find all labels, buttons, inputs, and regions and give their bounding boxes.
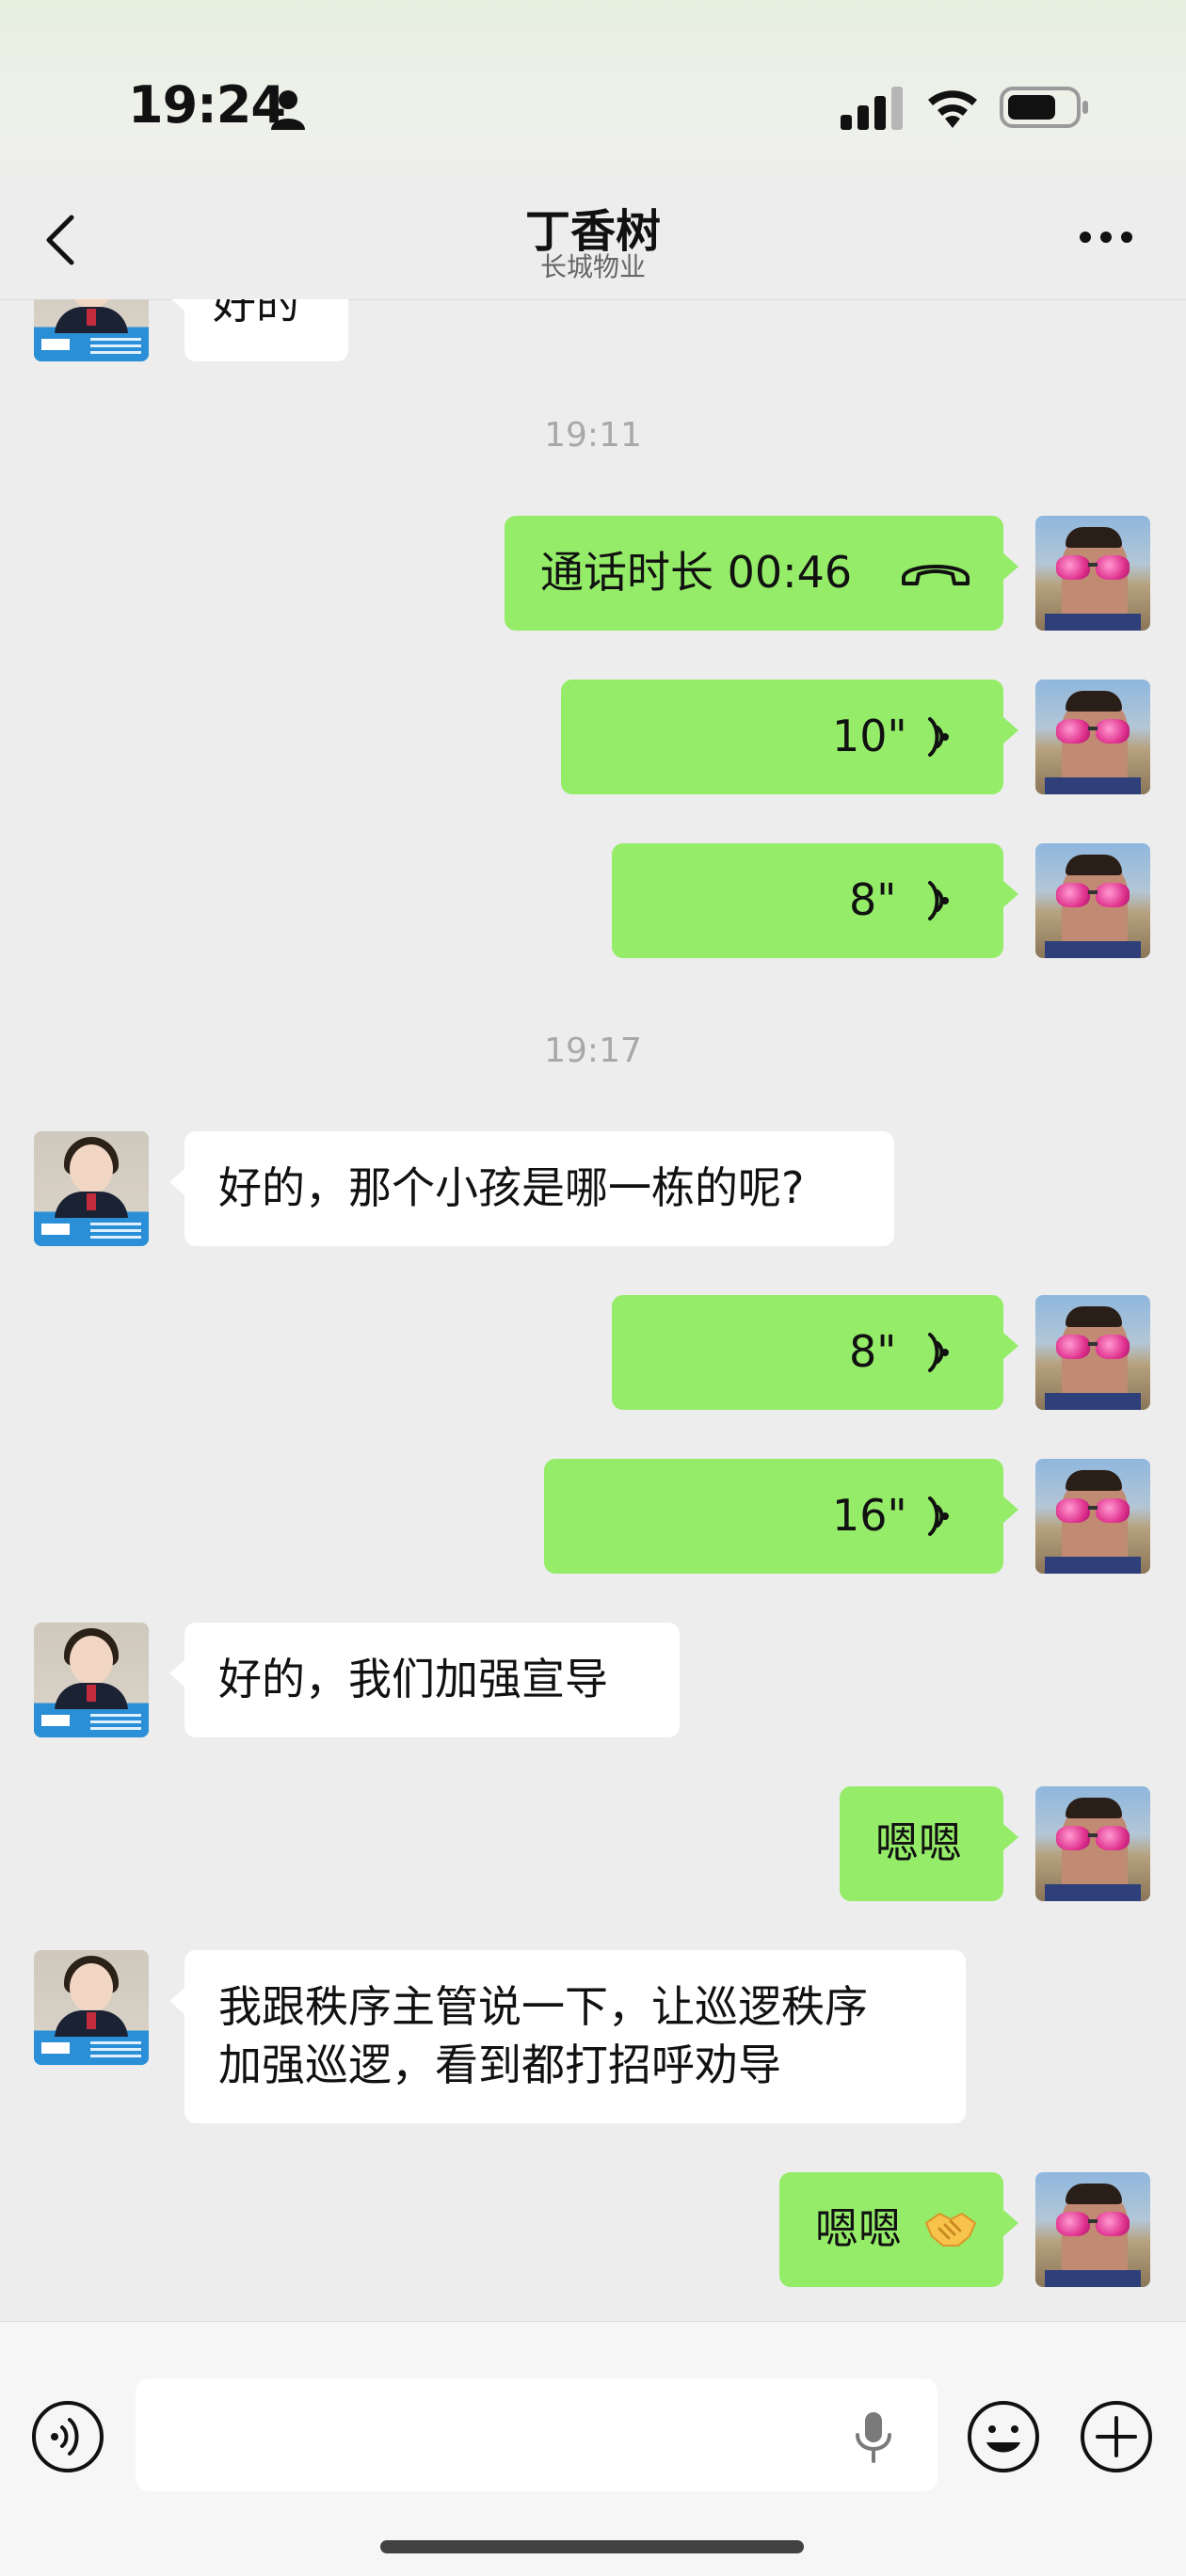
voice-duration: 8" [849, 1326, 897, 1377]
message-bubble-received[interactable]: 我跟秩序主管说一下，让巡逻秩序 加强巡逻，看到都打招呼劝导 [169, 1950, 966, 2123]
timestamp: 19:17 [544, 1032, 642, 1070]
timestamp: 19:11 [544, 416, 642, 455]
person-icon [271, 90, 305, 130]
message-bubble-sent[interactable]: 嗯嗯 [840, 1786, 1018, 1901]
message-text: 好的，我们加强宣导 [218, 1654, 608, 1704]
message-text: 嗯嗯 [815, 2203, 902, 2254]
message-bubble-received[interactable]: 好的 [169, 299, 348, 361]
voice-wave-icon [928, 717, 949, 757]
message-text: 好的 [213, 299, 299, 328]
input-bar [0, 2321, 1186, 2576]
my-avatar[interactable] [1035, 2172, 1150, 2287]
call-record-bubble[interactable]: 通话时长 00:46 [505, 516, 1018, 631]
message-text: 好的，那个小孩是哪一栋的呢? [218, 1162, 805, 1213]
message-input[interactable] [136, 2378, 938, 2491]
my-avatar[interactable] [1035, 680, 1150, 794]
contact-avatar[interactable] [34, 1131, 149, 1246]
call-duration-text: 通话时长 00:46 [540, 547, 853, 598]
my-avatar[interactable] [1035, 1786, 1150, 1901]
contact-avatar[interactable] [34, 1950, 149, 2065]
message-text-line-1: 我跟秩序主管说一下，让巡逻秩序 [218, 1981, 868, 2032]
phone-hangup-icon [902, 565, 970, 585]
message-list[interactable]: 好的 19:11 通话时长 00:46 10" 8" 19:17 好的，那个小孩… [0, 299, 1186, 2321]
message-bubble-received[interactable]: 好的，我们加强宣导 [169, 1623, 680, 1737]
voice-wave-icon [928, 1333, 949, 1372]
voice-duration: 16" [832, 1490, 907, 1541]
battery-icon [1000, 87, 1088, 128]
my-avatar[interactable] [1035, 843, 1150, 958]
home-indicator [380, 2540, 804, 2553]
voice-message-bubble[interactable]: 16" [544, 1459, 1018, 1574]
voice-wave-icon [928, 881, 949, 920]
mic-icon[interactable] [852, 2408, 895, 2465]
my-avatar[interactable] [1035, 1295, 1150, 1410]
voice-input-icon[interactable] [30, 2399, 105, 2474]
my-avatar[interactable] [1035, 516, 1150, 631]
status-bar: 19:24 [0, 0, 1186, 188]
contact-avatar[interactable] [34, 1623, 149, 1737]
message-text: 嗯嗯 [875, 1817, 962, 1868]
signal-icon [841, 87, 903, 130]
wifi-icon [928, 90, 977, 128]
my-avatar[interactable] [1035, 1459, 1150, 1574]
voice-duration: 8" [849, 874, 897, 925]
handshake-icon [924, 2212, 977, 2247]
voice-wave-icon [928, 1496, 949, 1536]
chat-header: 丁香树 长城物业 [0, 188, 1186, 300]
message-bubble-sent[interactable]: 嗯嗯 [779, 2172, 1018, 2287]
emoji-icon[interactable] [966, 2399, 1041, 2474]
contact-avatar[interactable] [34, 299, 149, 361]
voice-message-bubble[interactable]: 8" [612, 843, 1018, 958]
voice-message-bubble[interactable]: 10" [561, 680, 1018, 794]
chat-subtitle: 长城物业 [539, 251, 646, 282]
plus-icon[interactable] [1079, 2399, 1154, 2474]
status-time: 19:24 [128, 75, 286, 135]
voice-message-bubble[interactable]: 8" [612, 1295, 1018, 1410]
message-bubble-received[interactable]: 好的，那个小孩是哪一栋的呢? [169, 1131, 894, 1246]
message-text-line-2: 加强巡逻，看到都打招呼劝导 [218, 2040, 781, 2090]
voice-duration: 10" [832, 711, 907, 761]
more-icon[interactable] [1079, 230, 1133, 245]
